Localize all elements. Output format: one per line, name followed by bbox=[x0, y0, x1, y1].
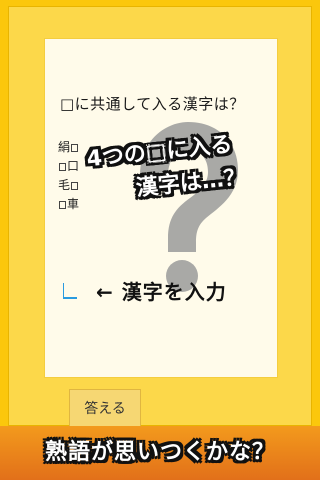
input-hint: ← 漢字を入力 bbox=[96, 280, 227, 304]
banner-text: 熟語が思いつくかな？ bbox=[44, 440, 275, 465]
blank-box bbox=[71, 143, 79, 152]
answer-input[interactable] bbox=[63, 283, 77, 299]
clue-3-text: 毛 bbox=[58, 178, 71, 192]
clue-4: 車 bbox=[58, 195, 79, 212]
clue-2: 口 bbox=[58, 157, 79, 174]
question-text: □に共通して入る漢字は？ bbox=[60, 95, 245, 113]
clue-2-text: 口 bbox=[67, 159, 80, 173]
clue-4-text: 車 bbox=[67, 197, 80, 211]
blank-box bbox=[59, 162, 66, 171]
clue-1-text: 絹 bbox=[58, 140, 71, 154]
clue-3: 毛 bbox=[58, 176, 79, 193]
answer-button[interactable]: 答える bbox=[69, 389, 141, 427]
blank-box bbox=[71, 181, 79, 190]
clue-1: 絹 bbox=[58, 138, 79, 155]
blank-box bbox=[59, 200, 66, 209]
